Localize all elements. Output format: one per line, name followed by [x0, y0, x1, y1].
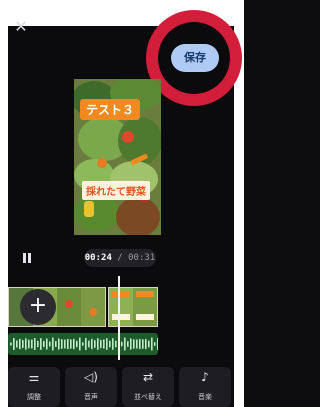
clip-thumbnails	[109, 288, 157, 326]
add-clip-button[interactable]: +	[20, 289, 56, 325]
waveform-bar	[148, 340, 150, 348]
current-time: 00:24	[84, 253, 112, 263]
waveform-bar	[154, 342, 156, 346]
waveform-bar	[19, 338, 21, 350]
waveform-bar	[64, 339, 66, 349]
video-preview[interactable]: テスト３ 採れたて野菜	[74, 79, 161, 235]
waveform-bar	[97, 338, 99, 350]
tool-reorder[interactable]: ⇄ 並べ替え	[122, 367, 174, 407]
waveform-bar	[13, 338, 15, 350]
waveform-bar	[61, 339, 63, 349]
music-note-icon: ♪	[201, 370, 209, 384]
waveform-bar	[127, 341, 129, 347]
waveform-bar	[76, 340, 78, 348]
waveform-bar	[112, 338, 114, 350]
background-left	[0, 0, 8, 407]
waveform-bar	[157, 338, 158, 350]
waveform-bar	[46, 338, 48, 350]
tool-label: 音声	[84, 393, 98, 401]
close-icon[interactable]: ✕	[12, 18, 30, 36]
tool-label: 音楽	[198, 393, 212, 401]
waveform-bar	[49, 341, 51, 347]
waveform-bar	[136, 339, 138, 349]
waveform-bar	[31, 339, 33, 349]
total-time: 00:31	[128, 253, 156, 263]
waveform-bar	[16, 340, 18, 348]
waveform-bar	[55, 341, 57, 347]
waveform-bar	[85, 338, 87, 350]
waveform-bar	[100, 339, 102, 349]
tool-adjust[interactable]: ⚌ 調整	[8, 367, 60, 407]
tool-label: 調整	[27, 393, 41, 401]
waveform-bar	[37, 340, 39, 348]
waveform-bar	[58, 338, 60, 350]
tool-audio[interactable]: ◁) 音声	[65, 367, 117, 407]
speaker-icon: ◁)	[84, 370, 98, 384]
title-overlay[interactable]: テスト３	[80, 99, 141, 120]
waveform-bar	[79, 337, 81, 351]
waveform-bar	[70, 339, 72, 349]
waveform-bar	[88, 340, 90, 348]
pause-icon[interactable]	[20, 251, 34, 265]
time-display: 00:24 / 00:31	[84, 249, 156, 267]
subtitle-overlay[interactable]: 採れたて野菜	[82, 181, 150, 200]
waveform-bar	[145, 338, 147, 350]
waveform-bar	[40, 338, 42, 350]
waveform-bar	[28, 339, 30, 349]
waveform-bar	[115, 340, 117, 348]
audio-waveform	[10, 337, 158, 351]
waveform-bar	[130, 338, 132, 350]
adjust-icon: ⚌	[28, 370, 40, 384]
tool-label: 並べ替え	[134, 393, 162, 401]
waveform-bar	[10, 342, 12, 346]
waveform-bar	[52, 337, 54, 351]
waveform-bar	[109, 340, 111, 348]
waveform-bar	[94, 340, 96, 348]
waveform-bar	[133, 339, 135, 349]
waveform-bar	[34, 338, 36, 350]
waveform-bar	[82, 342, 84, 346]
tool-music[interactable]: ♪ 音楽	[179, 367, 231, 407]
waveform-bar	[22, 340, 24, 348]
waveform-bar	[73, 338, 75, 350]
app-screen: ✕ 保存 テスト３ 採れたて野菜 00:24 / 00:31 + ⚌ 調整 ◁)…	[0, 0, 244, 407]
waveform-bar	[121, 341, 123, 347]
save-button[interactable]: 保存	[171, 44, 219, 72]
waveform-bar	[151, 337, 153, 351]
playhead[interactable]	[118, 276, 120, 360]
waveform-bar	[139, 339, 141, 349]
waveform-bar	[91, 338, 93, 350]
waveform-bar	[67, 338, 69, 350]
waveform-bar	[103, 339, 105, 349]
bottom-toolbar: ⚌ 調整 ◁) 音声 ⇄ 並べ替え ♪ 音楽	[8, 367, 234, 407]
reorder-icon: ⇄	[142, 370, 154, 384]
video-clip[interactable]	[108, 287, 158, 327]
time-separator: /	[111, 253, 129, 263]
waveform-bar	[124, 337, 126, 351]
waveform-bar	[43, 340, 45, 348]
waveform-bar	[142, 339, 144, 349]
waveform-bar	[106, 338, 108, 350]
waveform-bar	[25, 338, 27, 350]
audio-track[interactable]	[8, 333, 158, 355]
